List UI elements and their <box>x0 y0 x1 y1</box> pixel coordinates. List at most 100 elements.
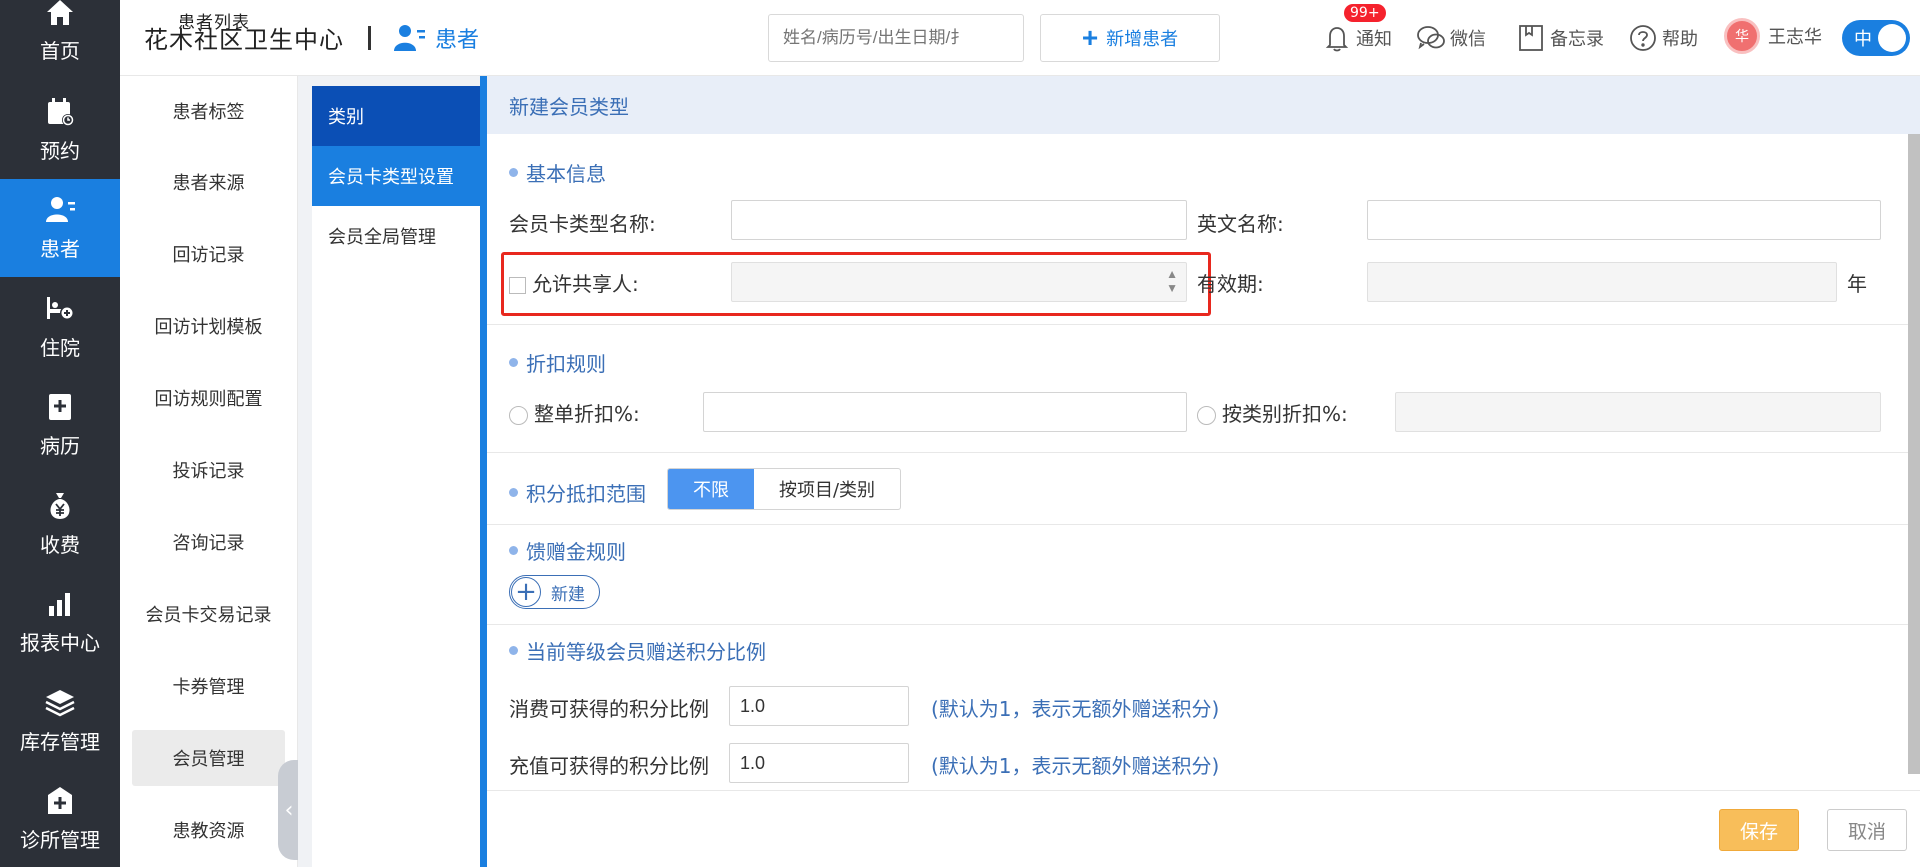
whole-discount-label: 整单折扣%: <box>509 398 640 427</box>
category-panel: 类别 会员卡类型设置 会员全局管理 <box>312 86 480 867</box>
bed-icon <box>43 292 77 326</box>
nav-item-appointment[interactable]: 预约 <box>0 80 120 179</box>
divider <box>487 452 1920 453</box>
whole-discount-input[interactable] <box>703 392 1187 432</box>
section-points-ratio: 当前等级会员赠送积分比例 <box>509 636 766 665</box>
help-label: 帮助 <box>1662 29 1698 50</box>
subnav-item[interactable]: 卡券管理 <box>120 650 297 722</box>
wechat-label: 微信 <box>1450 29 1486 50</box>
nav-item-inpatient[interactable]: 住院 <box>0 277 120 376</box>
notification-badge: 99+ <box>1344 4 1386 22</box>
divider <box>487 624 1920 625</box>
subnav-item[interactable]: 会员卡交易记录 <box>120 578 297 650</box>
nav-item-medical-record[interactable]: 病历 <box>0 376 120 475</box>
card-type-name-label: 会员卡类型名称: <box>509 212 656 236</box>
subnav-item[interactable]: 患者来源 <box>120 146 297 218</box>
nav-label: 住院 <box>40 335 80 360</box>
divider <box>487 790 1920 791</box>
chevron-left-icon: ‹ <box>284 797 294 823</box>
validity-label: 有效期: <box>1197 272 1264 296</box>
nav-item-charge[interactable]: 收费 <box>0 474 120 573</box>
nav-label: 患者 <box>40 237 80 262</box>
consume-ratio-input[interactable]: 1.0 <box>729 686 909 726</box>
section-gift-rules: 馈赠金规则 <box>509 536 626 565</box>
add-patient-button[interactable]: + 新增患者 <box>1040 14 1220 62</box>
nav-label: 报表中心 <box>20 631 100 656</box>
subnav-item[interactable]: 投诉记录 <box>120 434 297 506</box>
toggle-knob <box>1878 24 1906 52</box>
home-icon <box>43 0 77 29</box>
scrollbar[interactable] <box>1908 134 1920 774</box>
recharge-ratio-input[interactable]: 1.0 <box>729 743 909 783</box>
medical-record-icon <box>43 390 77 424</box>
nav-item-patient[interactable]: 患者 <box>0 178 120 277</box>
nav-item-clinic[interactable]: 诊所管理 <box>0 770 120 867</box>
recharge-ratio-label: 充值可获得的积分比例 <box>509 754 709 778</box>
clinic-icon <box>43 784 77 818</box>
subnav-item[interactable]: 咨询记录 <box>120 506 297 578</box>
cancel-button[interactable]: 取消 <box>1827 809 1907 851</box>
category-item-card-type[interactable]: 会员卡类型设置 <box>312 146 480 206</box>
category-discount-input[interactable] <box>1395 392 1881 432</box>
category-discount-radio[interactable] <box>1197 406 1216 425</box>
layers-icon <box>43 686 77 720</box>
main-nav: 首页 预约 患者 住院 病历 收费 报表中心 库存管理 诊所管理 <box>0 0 120 867</box>
new-gift-rule-button[interactable]: + 新建 <box>509 575 600 609</box>
subnav-item[interactable]: 回访计划模板 <box>120 290 297 362</box>
avatar: 华 <box>1724 18 1760 54</box>
help-icon <box>1630 25 1656 51</box>
patient-search-input[interactable] <box>768 14 1024 62</box>
collapse-sidebar-button[interactable]: ‹ <box>278 760 300 860</box>
subnav-item[interactable]: 回访规则配置 <box>120 362 297 434</box>
english-name-input[interactable] <box>1367 200 1881 240</box>
bar-chart-icon <box>43 587 77 621</box>
nav-item-inventory[interactable]: 库存管理 <box>0 671 120 770</box>
subnav-item-member-management[interactable]: 会员管理 <box>132 730 285 786</box>
nav-item-home[interactable]: 首页 <box>0 0 120 80</box>
language-toggle[interactable]: 中 <box>1842 20 1910 56</box>
wechat-icon <box>1417 26 1445 50</box>
card-type-name-input[interactable] <box>731 200 1187 240</box>
section-basic-info: 基本信息 <box>509 158 606 187</box>
plus-icon: + <box>1081 22 1099 53</box>
user-name: 王志华 <box>1768 27 1822 48</box>
module-title-text: 患者 <box>435 27 480 53</box>
category-item-global[interactable]: 会员全局管理 <box>312 206 480 266</box>
subnav-item[interactable]: 回访记录 <box>120 218 297 290</box>
module-title: 患者 <box>393 22 479 54</box>
points-option-unlimited[interactable]: 不限 <box>668 469 754 509</box>
nav-label: 收费 <box>40 532 80 557</box>
points-option-by-item[interactable]: 按项目/类别 <box>754 469 900 509</box>
category-header: 类别 <box>312 86 480 146</box>
whole-discount-radio[interactable] <box>509 406 528 425</box>
section-discount: 折扣规则 <box>509 348 606 377</box>
nav-label: 诊所管理 <box>20 828 100 853</box>
help-button[interactable]: 帮助 <box>1628 20 1698 56</box>
subnav-item[interactable]: 患者标签 <box>120 76 297 146</box>
nav-label: 病历 <box>40 434 80 459</box>
ghost-tab-label: 患者列表 <box>178 13 250 33</box>
patient-subnav: 患者标签 患者来源 回访记录 回访计划模板 回访规则配置 投诉记录 咨询记录 会… <box>120 76 298 867</box>
subnav-item[interactable]: 患教资源 <box>120 794 297 866</box>
notification-label: 通知 <box>1356 29 1392 50</box>
nav-label: 首页 <box>40 39 80 63</box>
user-menu[interactable]: 华 王志华 <box>1724 18 1822 54</box>
save-button[interactable]: 保存 <box>1719 809 1799 851</box>
clinic-name: 患者列表 花木社区卫生中心 <box>144 13 344 55</box>
nav-label: 预约 <box>40 138 80 163</box>
category-discount-label: 按类别折扣%: <box>1197 398 1348 427</box>
notebook-icon <box>1519 25 1543 51</box>
highlight-box <box>501 252 1211 316</box>
notification-button[interactable]: 99+ 通知 <box>1322 4 1392 56</box>
memo-button[interactable]: 备忘录 <box>1516 20 1604 56</box>
toggle-label: 中 <box>1854 29 1872 50</box>
nav-label: 库存管理 <box>20 729 100 754</box>
header-divider <box>368 25 371 50</box>
divider <box>487 324 1920 325</box>
wechat-button[interactable]: 微信 <box>1416 20 1486 56</box>
memo-label: 备忘录 <box>1550 29 1604 50</box>
validity-input[interactable] <box>1367 262 1837 302</box>
money-bag-icon <box>43 489 77 523</box>
patient-icon <box>43 193 77 227</box>
nav-item-reports[interactable]: 报表中心 <box>0 573 120 672</box>
